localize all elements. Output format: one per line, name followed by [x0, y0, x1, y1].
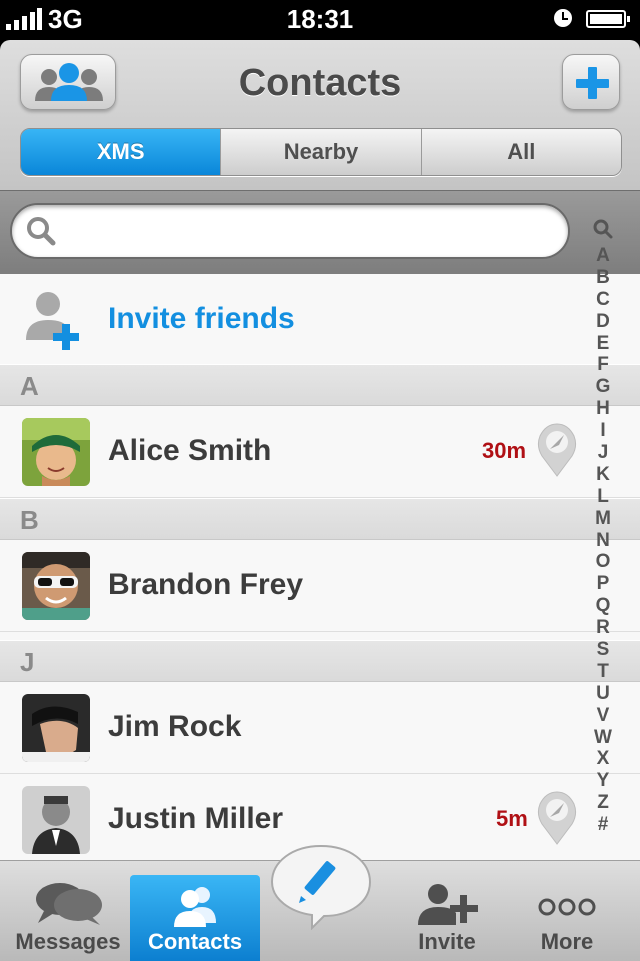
index-letter[interactable]: U — [588, 683, 618, 705]
index-letter[interactable]: B — [588, 267, 618, 289]
index-letter[interactable]: G — [588, 376, 618, 398]
contact-name: Alice Smith — [108, 434, 272, 467]
compose-button[interactable] — [268, 842, 374, 930]
contact-name: Justin Miller — [108, 802, 284, 835]
contact-row-alice-smith[interactable]: Alice Smith 30m — [0, 406, 640, 498]
index-letter[interactable]: K — [588, 464, 618, 486]
messages-icon — [36, 883, 102, 925]
section-header-j: J — [0, 640, 640, 682]
navigation-header: Contacts XMS Nearby All — [0, 40, 640, 190]
alarm-clock-icon — [554, 9, 572, 27]
plus-icon — [576, 67, 609, 99]
tab-invite[interactable]: Invite — [392, 861, 502, 961]
contact-row-jim-rock[interactable]: Jim Rock — [0, 682, 640, 774]
search-icon — [27, 217, 56, 246]
avatar — [22, 418, 90, 486]
tab-messages[interactable]: Messages — [10, 861, 126, 961]
page-title: Contacts — [238, 62, 402, 104]
alphabet-index[interactable]: A B C D E F G H I J K L M N O P Q R S T U V W X Y Z # — [588, 218, 618, 838]
segment-xms[interactable]: XMS — [21, 129, 221, 175]
avatar — [22, 552, 90, 620]
index-letter[interactable]: N — [588, 530, 618, 552]
index-letter[interactable]: L — [588, 486, 618, 508]
index-letter[interactable]: R — [588, 617, 618, 639]
location-pin-icon — [537, 791, 577, 845]
index-letter[interactable]: H — [588, 398, 618, 420]
battery-icon — [586, 10, 630, 28]
search-input[interactable] — [66, 213, 550, 251]
index-letter[interactable]: V — [588, 705, 618, 727]
index-letter[interactable]: C — [588, 289, 618, 311]
section-letter: J — [20, 647, 35, 677]
index-letter[interactable]: F — [588, 354, 618, 376]
index-letter[interactable]: T — [588, 661, 618, 683]
tab-label: Contacts — [147, 929, 243, 954]
invite-friends-icon — [26, 292, 79, 350]
index-letter[interactable]: X — [588, 748, 618, 770]
index-letter[interactable]: W — [588, 727, 618, 749]
section-header-b: B — [0, 498, 640, 540]
index-letter[interactable]: S — [588, 639, 618, 661]
contact-name: Jim Rock — [108, 710, 242, 743]
index-letter[interactable]: M — [588, 508, 618, 530]
contact-name: Brandon Frey — [108, 568, 304, 601]
segment-nearby[interactable]: Nearby — [220, 129, 421, 175]
index-letter[interactable]: E — [588, 333, 618, 355]
contacts-icon — [174, 887, 216, 927]
more-icon — [538, 898, 596, 916]
index-search-icon[interactable] — [592, 218, 614, 240]
add-person-icon — [418, 884, 478, 925]
tab-more[interactable]: More — [512, 861, 622, 961]
index-letter[interactable]: Z — [588, 792, 618, 814]
index-letters: A B C D E F G H I J K L M N O P Q R S T U V W X Y Z # — [588, 245, 618, 836]
status-time: 18:31 — [286, 4, 354, 34]
distance-label: 30m — [482, 438, 527, 463]
index-letter[interactable]: I — [588, 420, 618, 442]
tab-label: More — [540, 929, 594, 954]
avatar — [22, 694, 90, 762]
search-field[interactable] — [10, 203, 570, 259]
invite-friends-row[interactable]: Invite friends — [0, 274, 640, 364]
status-bar: 3G 18:31 — [0, 0, 640, 40]
add-contact-button[interactable] — [562, 54, 620, 110]
tab-contacts[interactable]: Contacts — [130, 875, 260, 961]
index-letter[interactable]: P — [588, 573, 618, 595]
index-letter[interactable]: O — [588, 551, 618, 573]
filter-segmented-control: XMS Nearby All — [20, 128, 622, 176]
invite-friends-label: Invite friends — [108, 302, 295, 335]
tab-label: Invite — [418, 929, 476, 954]
section-letter: A — [20, 371, 39, 401]
section-letter: B — [20, 505, 39, 535]
segment-all[interactable]: All — [420, 129, 621, 175]
index-letter[interactable]: J — [588, 442, 618, 464]
contact-row-brandon-frey[interactable]: Brandon Frey — [0, 540, 640, 632]
index-letter[interactable]: D — [588, 311, 618, 333]
distance-label: 5m — [496, 806, 528, 831]
index-letter[interactable]: # — [588, 814, 618, 836]
section-header-a: A — [0, 364, 640, 406]
index-letter[interactable]: A — [588, 245, 618, 267]
index-letter[interactable]: Q — [588, 595, 618, 617]
search-bar — [0, 190, 640, 275]
tab-label: Messages — [15, 929, 121, 954]
index-letter[interactable]: Y — [588, 770, 618, 792]
contacts-list: Invite friends A Alice Smith 30m B Brand… — [0, 274, 640, 860]
location-pin-icon — [537, 423, 577, 477]
avatar — [22, 786, 90, 854]
